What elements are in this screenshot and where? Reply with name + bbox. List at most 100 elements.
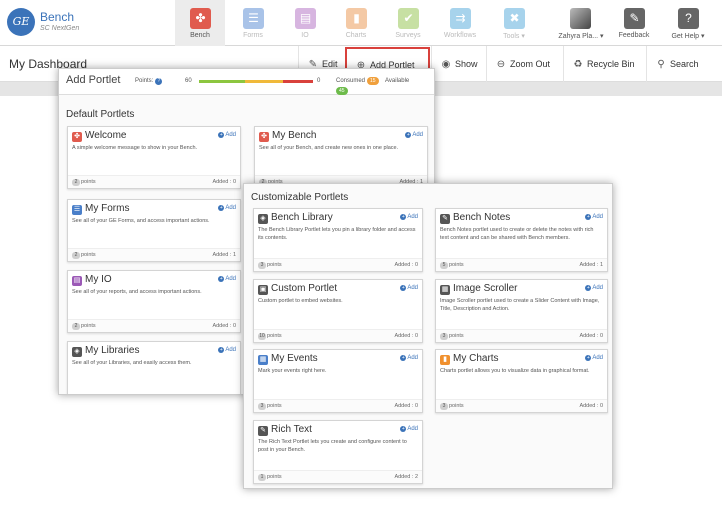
add-portlet-link[interactable]: + Add <box>400 214 418 220</box>
portlet-footer: 3 points Added : 0 <box>254 399 422 412</box>
workflows-icon: ⇉ <box>450 8 471 29</box>
nav-bench[interactable]: ✤ Bench <box>175 0 225 46</box>
portlet-footer: 10 points Added : 0 <box>254 329 422 342</box>
portlet-added-count: Added : 1 <box>579 262 603 268</box>
add-label: Add <box>592 214 603 220</box>
recycle-bin-label: Recycle Bin <box>587 59 635 69</box>
portlet-points: 2 points <box>72 252 96 259</box>
points-text: points <box>267 333 282 339</box>
add-portlet-link[interactable]: + Add <box>400 285 418 291</box>
portlet-title: My Forms <box>85 203 130 214</box>
events-icon: ▦ <box>258 355 268 365</box>
nav-tools[interactable]: ✖ Tools ▾ <box>489 0 539 46</box>
points-scale-min: 60 <box>185 78 192 84</box>
points-badge: 3 <box>258 262 266 269</box>
add-portlet-link[interactable]: + Add <box>405 132 423 138</box>
portlet-card-bench-notes[interactable]: ✎ Bench Notes + Add Bench Notes portlet u… <box>435 208 608 272</box>
recycle-bin-button[interactable]: ♻ Recycle Bin <box>563 46 645 82</box>
portlet-card-my-libraries[interactable]: ◈ My Libraries + Add See all of your Libr… <box>67 341 241 394</box>
custom-portlet-icon: ▣ <box>258 285 268 295</box>
consumed-label: Consumed <box>336 78 366 84</box>
search-button[interactable]: ⚲ Search <box>646 46 722 82</box>
portlet-added-count: Added : 0 <box>579 333 603 339</box>
plus-icon: + <box>400 285 407 291</box>
plus-icon: + <box>218 276 225 282</box>
image-icon: ▦ <box>440 285 450 295</box>
nav-help[interactable]: ? Get Help ▾ <box>663 0 713 46</box>
nav-surveys[interactable]: ✔ Surveys <box>383 0 433 46</box>
nav-workflows[interactable]: ⇉ Workflows <box>435 0 485 46</box>
recycle-icon: ♻ <box>573 59 583 70</box>
show-label: Show <box>455 59 478 69</box>
nav-label: Charts <box>345 32 367 39</box>
nav-charts[interactable]: ▮ Charts <box>331 0 381 46</box>
add-portlet-link[interactable]: + Add <box>585 214 603 220</box>
portlet-card-custom-portlet[interactable]: ▣ Custom Portlet + Add Custom portlet to … <box>253 279 423 343</box>
nav-user-menu[interactable]: Zahyra Pla... ▾ <box>553 0 609 46</box>
add-label: Add <box>592 285 603 291</box>
add-portlet-link[interactable]: + Add <box>218 132 236 138</box>
portlet-points: 3 points <box>440 333 464 340</box>
portlet-card-my-bench[interactable]: ✤ My Bench + Add See all of your Bench, a… <box>254 126 428 189</box>
help-icon: ? <box>678 8 699 29</box>
portlet-card-my-charts[interactable]: ▮ My Charts + Add Charts portlet allows y… <box>435 349 608 413</box>
rich-text-icon: ✎ <box>258 426 268 436</box>
portlet-added-count: Added : 0 <box>212 179 236 185</box>
portlet-card-my-events[interactable]: ▦ My Events + Add Mark your events right … <box>253 349 423 413</box>
add-portlet-link[interactable]: + Add <box>400 355 418 361</box>
points-text: points <box>81 179 96 185</box>
share-icon: ✤ <box>190 8 211 29</box>
add-label: Add <box>225 347 236 353</box>
points-badge: 10 <box>258 333 266 340</box>
share-icon: ✤ <box>259 132 269 142</box>
nav-label: Surveys <box>395 32 421 39</box>
add-portlet-link[interactable]: + Add <box>585 355 603 361</box>
nav-forms[interactable]: ☰ Forms <box>228 0 278 46</box>
points-text: points <box>81 323 96 329</box>
customizable-portlets-panel: Customizable Portlets ◈ Bench Library + A… <box>243 183 613 489</box>
portlet-description: Bench Notes portlet used to create or de… <box>440 227 594 241</box>
default-portlets-title: Default Portlets <box>66 109 135 120</box>
portlet-added-count: Added : 0 <box>394 262 418 268</box>
portlet-points: 3 points <box>440 403 464 410</box>
nav-io[interactable]: ▤ IO <box>280 0 330 46</box>
available-badge: 45 <box>336 87 348 95</box>
feedback-icon: ✎ <box>624 8 645 29</box>
app-name: Bench <box>40 10 75 24</box>
portlet-footer: 3 points Added : 0 <box>436 329 607 342</box>
portlet-description: See all of your reports, and access impo… <box>72 289 202 295</box>
points-label-text: Points: <box>135 78 154 84</box>
available-label: Available <box>385 78 410 84</box>
ge-logo[interactable]: GE <box>7 8 35 36</box>
add-label: Add <box>407 285 418 291</box>
add-portlet-link[interactable]: + Add <box>218 205 236 211</box>
nav-label: Tools ▾ <box>503 33 525 40</box>
portlet-card-welcome[interactable]: ✤ Welcome + Add A simple welcome message … <box>67 126 241 189</box>
portlet-card-my-forms[interactable]: ☰ My Forms + Add See all of your GE Forms… <box>67 199 241 262</box>
zoom-out-button[interactable]: ⊖ Zoom Out <box>486 46 562 82</box>
points-text: points <box>449 262 464 268</box>
add-portlet-link[interactable]: + Add <box>218 276 236 282</box>
portlet-card-bench-library[interactable]: ◈ Bench Library + Add The Bench Library P… <box>253 208 423 272</box>
plus-icon: + <box>400 426 407 432</box>
portlet-title: My Libraries <box>85 345 140 356</box>
portlet-title: My Events <box>271 353 318 364</box>
help-circle-icon[interactable]: ? <box>155 78 163 85</box>
portlet-card-image-scroller[interactable]: ▦ Image Scroller + Add Image Scroller por… <box>435 279 608 343</box>
portlet-card-rich-text[interactable]: ✎ Rich Text + Add The Rich Text Portlet l… <box>253 420 423 484</box>
portlet-footer: 2 points Added : 1 <box>68 248 240 261</box>
nav-feedback[interactable]: ✎ Feedback <box>609 0 659 46</box>
add-portlet-link[interactable]: + Add <box>218 347 236 353</box>
portlet-added-count: Added : 0 <box>212 323 236 329</box>
add-portlet-link[interactable]: + Add <box>400 426 418 432</box>
portlet-description: The Bench Library Portlet lets you pin a… <box>258 227 416 241</box>
add-portlet-link[interactable]: + Add <box>585 285 603 291</box>
points-label: Points:? <box>135 78 163 85</box>
portlet-added-count: Added : 0 <box>394 333 418 339</box>
io-icon: ▤ <box>72 276 82 286</box>
scale-green-segment <box>199 80 245 83</box>
show-button[interactable]: ◉ Show <box>431 46 485 82</box>
eye-icon: ◉ <box>441 59 451 70</box>
portlet-card-my-io[interactable]: ▤ My IO + Add See all of your reports, an… <box>67 270 241 333</box>
add-label: Add <box>407 426 418 432</box>
